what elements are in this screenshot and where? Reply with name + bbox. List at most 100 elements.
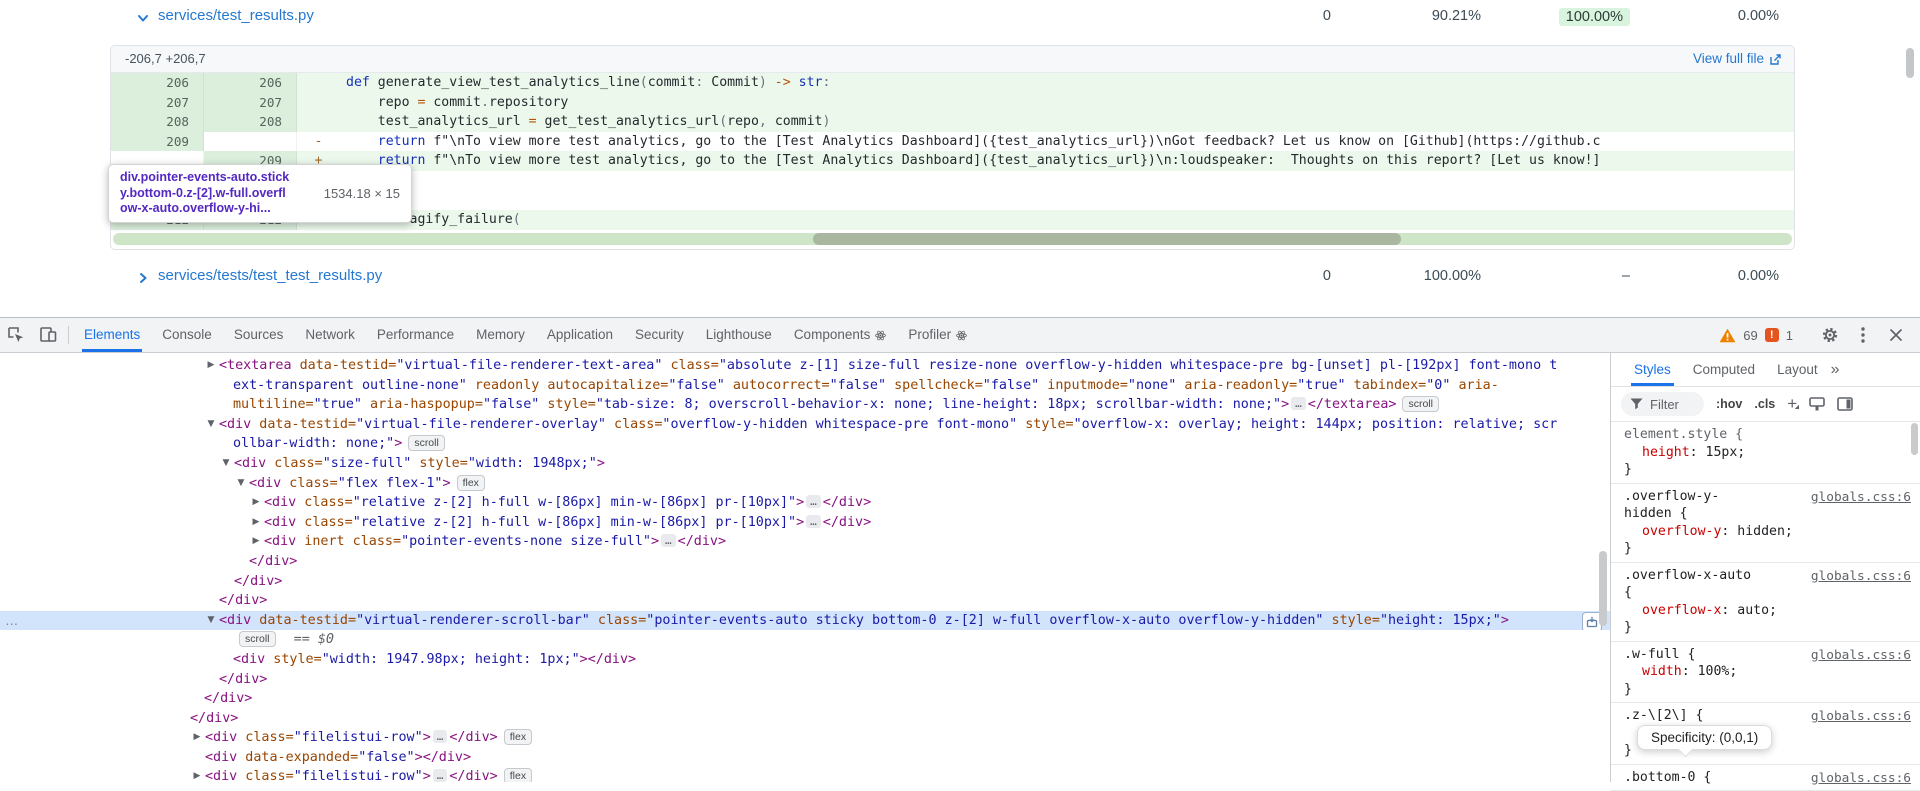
- view-full-file-link[interactable]: View full file: [1693, 46, 1782, 72]
- scroll-badge[interactable]: scroll: [1402, 396, 1439, 412]
- expand-children-button[interactable]: …: [433, 769, 448, 782]
- twisty-down-icon[interactable]: ▼: [235, 474, 247, 494]
- css-property-value[interactable]: auto;: [1737, 603, 1777, 618]
- dom-tree-node[interactable]: ▶<textarea data-testid="virtual-file-ren…: [0, 356, 1610, 376]
- dom-tree-node[interactable]: ext-transparent outline-none" readonly a…: [0, 376, 1610, 396]
- css-property-name[interactable]: overflow-y: [1642, 524, 1721, 539]
- inspect-element-icon[interactable]: [0, 322, 32, 348]
- css-property[interactable]: height: 15px;: [1624, 444, 1910, 462]
- node-options-icon[interactable]: …: [5, 611, 18, 631]
- kebab-menu-icon[interactable]: [1853, 322, 1873, 348]
- warning-icon[interactable]: [1719, 328, 1736, 343]
- dom-tree-node[interactable]: scroll == $0: [0, 630, 1610, 650]
- dom-tree-node[interactable]: </div>: [0, 572, 1610, 592]
- rendering-emulation-icon[interactable]: [1809, 397, 1825, 411]
- dom-tree-node[interactable]: ▶<div class="relative z-[2] h-full w-[86…: [0, 513, 1610, 533]
- dom-tree-node[interactable]: ▼<div data-testid="virtual-renderer-scro…: [0, 611, 1610, 631]
- diff-horizontal-scrollbar[interactable]: [113, 233, 1792, 245]
- rule-selector[interactable]: element.style {: [1624, 426, 1910, 444]
- css-property[interactable]: overflow-y: hidden;: [1624, 523, 1910, 541]
- chevron-down-icon[interactable]: [136, 11, 150, 25]
- scroll-badge[interactable]: scroll: [239, 631, 276, 647]
- file-name-link[interactable]: services/tests/test_test_results.py: [158, 267, 382, 284]
- dom-tree-node[interactable]: </div>: [0, 591, 1610, 611]
- css-property-name[interactable]: height: [1642, 445, 1690, 460]
- tab-network[interactable]: Network: [294, 318, 366, 352]
- new-style-rule-button[interactable]: +: [1787, 396, 1797, 412]
- dom-tree-node[interactable]: ▼<div data-testid="virtual-file-renderer…: [0, 415, 1610, 435]
- tab-console[interactable]: Console: [151, 318, 223, 352]
- tab-memory[interactable]: Memory: [465, 318, 536, 352]
- tab-application[interactable]: Application: [536, 318, 624, 352]
- stylesheet-link[interactable]: globals.css:6: [1811, 708, 1911, 726]
- twisty-right-icon[interactable]: ▶: [205, 356, 217, 376]
- tab-performance[interactable]: Performance: [366, 318, 465, 352]
- expand-children-button[interactable]: …: [806, 495, 821, 508]
- settings-gear-icon[interactable]: [1814, 322, 1846, 348]
- css-property-name[interactable]: overflow-x: [1642, 603, 1721, 618]
- css-property[interactable]: overflow-x: auto;: [1624, 602, 1910, 620]
- stylesheet-link[interactable]: globals.css:6: [1811, 770, 1911, 788]
- rule-selector[interactable]: {: [1624, 584, 1910, 602]
- sidebar-tab-layout[interactable]: Layout: [1766, 354, 1829, 386]
- tab-components[interactable]: Components: [783, 318, 898, 352]
- dom-tree-node[interactable]: </div>: [0, 689, 1610, 709]
- expand-children-button[interactable]: …: [661, 534, 676, 547]
- tab-security[interactable]: Security: [624, 318, 695, 352]
- file-name-link[interactable]: services/test_results.py: [158, 7, 314, 24]
- twisty-down-icon[interactable]: ▼: [205, 415, 217, 435]
- dom-tree-node[interactable]: multiline="true" aria-haspopup="false" s…: [0, 395, 1610, 415]
- expand-children-button[interactable]: …: [1291, 397, 1306, 410]
- dom-tree-node[interactable]: <div style="width: 1947.98px; height: 1p…: [0, 650, 1610, 670]
- css-property[interactable]: width: 100%;: [1624, 663, 1910, 681]
- flex-badge[interactable]: flex: [504, 729, 532, 745]
- elements-vertical-scrollbar[interactable]: [1599, 551, 1607, 626]
- css-property-value[interactable]: 15px;: [1706, 445, 1746, 460]
- twisty-right-icon[interactable]: ▶: [250, 513, 262, 533]
- error-badge-icon[interactable]: !: [1765, 328, 1779, 342]
- dom-tree-node[interactable]: <div data-expanded="false"></div>: [0, 748, 1610, 768]
- twisty-right-icon[interactable]: ▶: [191, 767, 203, 782]
- error-count[interactable]: 1: [1786, 328, 1793, 343]
- warning-count[interactable]: 69: [1743, 328, 1757, 343]
- tab-sources[interactable]: Sources: [223, 318, 295, 352]
- dock-sidebar-icon[interactable]: [1837, 397, 1853, 411]
- dom-tree-node[interactable]: ▼<div class="flex flex-1">flex: [0, 474, 1610, 494]
- dom-tree-node[interactable]: ▶<div inert class="pointer-events-none s…: [0, 532, 1610, 552]
- device-toolbar-icon[interactable]: [32, 322, 64, 348]
- dom-tree-node[interactable]: ▼<div class="size-full" style="width: 19…: [0, 454, 1610, 474]
- flex-badge[interactable]: flex: [457, 475, 485, 491]
- chevron-right-icon[interactable]: [136, 271, 150, 285]
- stylesheet-link[interactable]: globals.css:6: [1811, 568, 1911, 586]
- toggle-class-button[interactable]: .cls: [1754, 397, 1775, 411]
- dom-tree-node[interactable]: </div>: [0, 709, 1610, 729]
- css-property-value[interactable]: hidden;: [1737, 524, 1793, 539]
- twisty-down-icon[interactable]: ▼: [220, 454, 232, 474]
- sidebar-tab-computed[interactable]: Computed: [1682, 354, 1766, 386]
- dom-tree-node[interactable]: ▶<div class="filelistui-row">…</div>flex: [0, 728, 1610, 748]
- tab-profiler[interactable]: Profiler: [897, 318, 978, 352]
- toggle-hover-state-button[interactable]: :hov: [1716, 397, 1742, 411]
- twisty-right-icon[interactable]: ▶: [250, 532, 262, 552]
- diff-scrollbar-thumb[interactable]: [813, 233, 1401, 245]
- css-property-value[interactable]: 100%;: [1698, 664, 1738, 679]
- dom-tree-node[interactable]: ▶<div class="relative z-[2] h-full w-[86…: [0, 493, 1610, 513]
- styles-vertical-scrollbar[interactable]: [1911, 423, 1918, 455]
- tab-elements[interactable]: Elements: [73, 318, 151, 352]
- dom-tree-node[interactable]: </div>: [0, 552, 1610, 572]
- page-vertical-scrollbar[interactable]: [1906, 48, 1914, 78]
- expand-children-button[interactable]: …: [433, 730, 448, 743]
- dom-tree-node[interactable]: ▶<div class="filelistui-row">…</div>flex: [0, 767, 1610, 782]
- close-icon[interactable]: [1880, 322, 1912, 348]
- rule-selector[interactable]: hidden {: [1624, 505, 1910, 523]
- tab-lighthouse[interactable]: Lighthouse: [695, 318, 783, 352]
- stylesheet-link[interactable]: globals.css:6: [1811, 647, 1911, 665]
- expand-children-button[interactable]: …: [806, 515, 821, 528]
- twisty-right-icon[interactable]: ▶: [250, 493, 262, 513]
- styles-filter-input[interactable]: Filter: [1621, 392, 1704, 416]
- scroll-badge[interactable]: scroll: [408, 435, 445, 451]
- dom-tree-node[interactable]: ollbar-width: none;">scroll: [0, 434, 1610, 454]
- flex-badge[interactable]: flex: [504, 768, 532, 782]
- stylesheet-link[interactable]: globals.css:6: [1811, 489, 1911, 507]
- twisty-right-icon[interactable]: ▶: [191, 728, 203, 748]
